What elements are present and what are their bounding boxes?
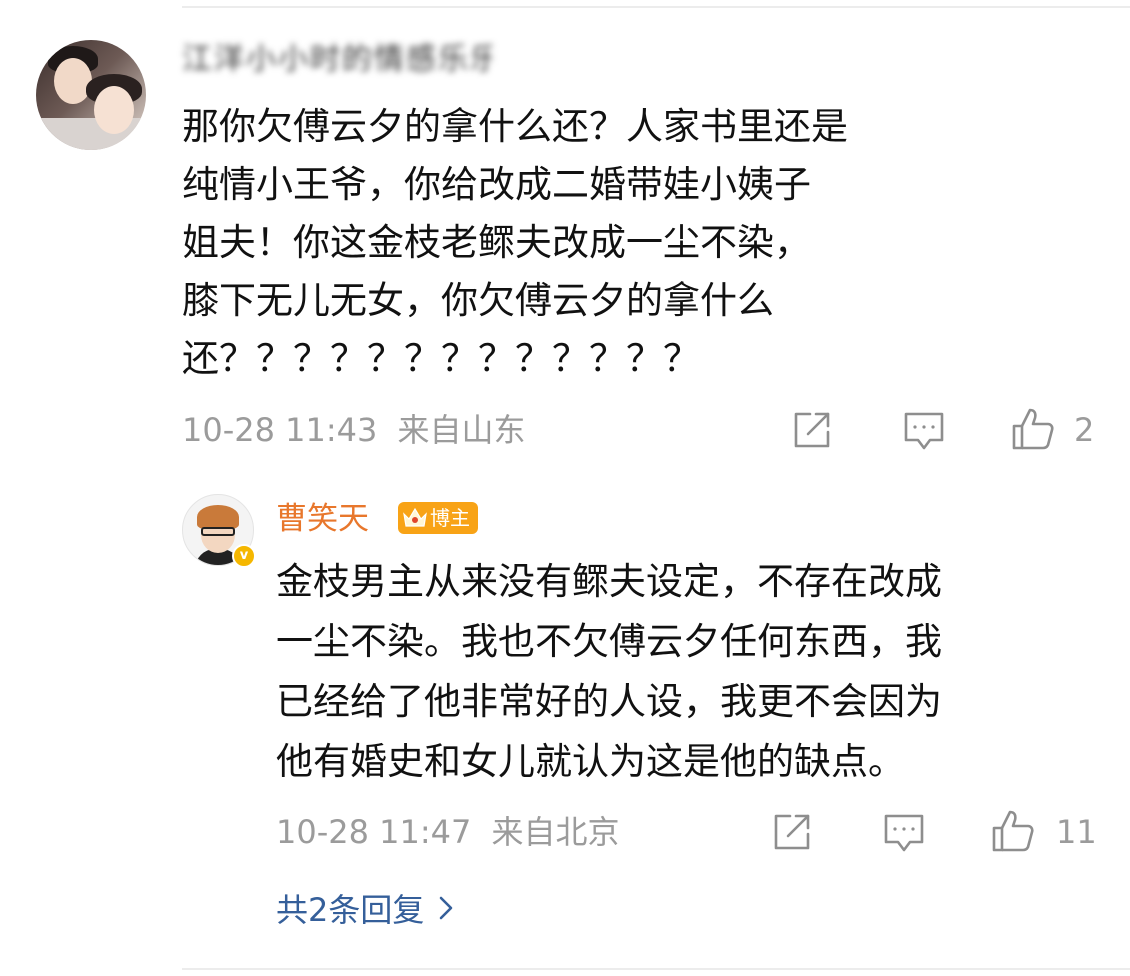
reply-like-count: 11: [1056, 813, 1097, 851]
replier-username[interactable]: 曹笑天: [276, 498, 369, 540]
share-icon: [794, 412, 830, 448]
comment-button[interactable]: [902, 408, 946, 452]
verified-icon: v: [232, 544, 256, 568]
comment-text: 那你欠傅云夕的拿什么还？人家书里还是 纯情小王爷，你给改成二婚带娃小姨子 姐夫！…: [182, 105, 848, 380]
badge-label: 博主: [430, 506, 470, 530]
share-button[interactable]: [790, 408, 834, 452]
bottom-divider: [182, 968, 1130, 970]
crown-icon: [403, 507, 427, 527]
comment-meta: 10-28 11:43 来自山东: [182, 410, 526, 450]
share-icon: [774, 814, 810, 850]
reply-time: 10-28 11:47: [276, 813, 472, 851]
blogger-badge: 博主: [398, 502, 478, 534]
reply-text: 金枝男主从来没有鳏夫设定，不存在改成 一尘不染。我也不欠傅云夕任何东西，我 已经…: [276, 560, 942, 783]
commenter-avatar[interactable]: [36, 40, 146, 150]
like-button[interactable]: [1010, 406, 1056, 452]
top-divider: [182, 6, 1130, 8]
reply-location: 来自北京: [491, 813, 620, 851]
reply-meta: 10-28 11:47 来自北京: [276, 812, 620, 852]
reply-like-button[interactable]: [990, 808, 1036, 854]
thumbs-up-icon: [1012, 408, 1054, 450]
thumbs-up-icon: [992, 810, 1034, 852]
comment-icon: [904, 412, 944, 450]
chevron-right-icon: [440, 896, 453, 920]
reply-share-button[interactable]: [770, 810, 814, 854]
view-replies-link[interactable]: 共2条回复: [276, 888, 454, 932]
comment-icon: [884, 814, 924, 852]
commenter-username[interactable]: 江洋小小时的情感乐乐: [182, 38, 492, 82]
view-replies-label: 共2条回复: [276, 891, 425, 929]
like-count: 2: [1074, 411, 1095, 449]
reply-comment-button[interactable]: [882, 810, 926, 854]
comment-time: 10-28 11:43: [182, 411, 378, 449]
comment-location: 来自山东: [397, 411, 526, 449]
